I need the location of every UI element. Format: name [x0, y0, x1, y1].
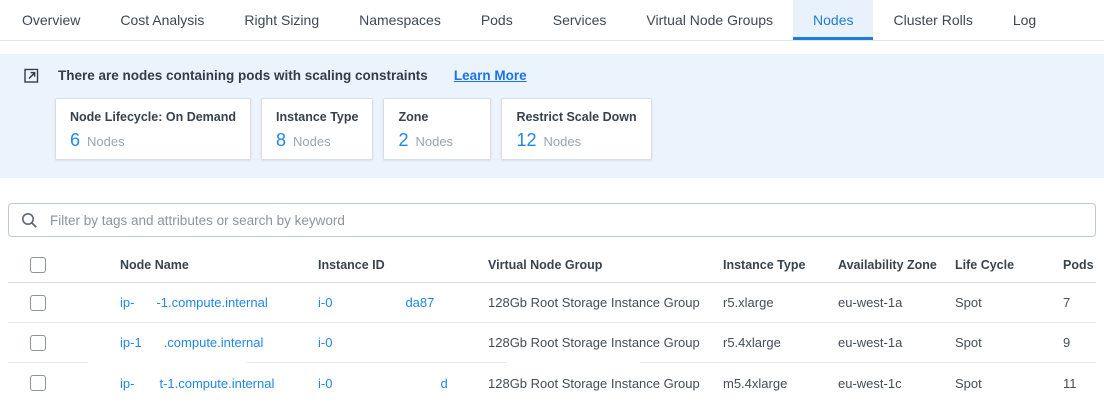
- tab-overview[interactable]: Overview: [2, 0, 100, 40]
- col-pods: Pods: [1063, 258, 1096, 272]
- col-life-cycle: Life Cycle: [955, 258, 1063, 272]
- tab-services[interactable]: Services: [533, 0, 627, 40]
- col-instance-type: Instance Type: [723, 258, 838, 272]
- card-unit: Nodes: [87, 134, 125, 149]
- search-icon: [21, 212, 38, 229]
- card-title: Node Lifecycle: On Demand: [70, 110, 236, 124]
- redaction-patch: [507, 361, 640, 364]
- virtual-node-group-cell: 128Gb Root Storage Instance Group: [488, 335, 723, 350]
- card-title: Zone: [398, 110, 476, 124]
- node-name-prefix: ip-1: [120, 335, 142, 350]
- card-unit: Nodes: [415, 134, 453, 149]
- scale-out-icon: [22, 66, 41, 85]
- life-cycle-cell: Spot: [955, 376, 1063, 391]
- node-name-link[interactable]: ip-1 .compute.internal: [120, 335, 318, 350]
- instance-type-cell: r5.xlarge: [723, 295, 838, 310]
- col-availability-zone: Availability Zone: [838, 258, 955, 272]
- card-count: 2: [398, 130, 408, 151]
- card-zone[interactable]: Zone 2 Nodes: [383, 98, 491, 160]
- card-unit: Nodes: [293, 134, 331, 149]
- pods-cell: 9: [1063, 335, 1096, 350]
- availability-zone-cell: eu-west-1a: [838, 295, 955, 310]
- nodes-table: Node Name Instance ID Virtual Node Group…: [8, 248, 1096, 403]
- node-name-prefix: ip-: [120, 376, 134, 391]
- card-count: 12: [516, 130, 536, 151]
- pods-cell: 7: [1063, 295, 1096, 310]
- node-name-link[interactable]: ip- -1.compute.internal: [120, 295, 318, 310]
- card-count: 6: [70, 130, 80, 151]
- pods-cell: 11: [1063, 376, 1096, 391]
- table-header: Node Name Instance ID Virtual Node Group…: [8, 248, 1096, 283]
- virtual-node-group-cell: 128Gb Root Storage Instance Group: [488, 376, 723, 391]
- instance-id-suffix: da87: [405, 295, 434, 310]
- tab-namespaces[interactable]: Namespaces: [339, 0, 461, 40]
- filter-bar: [8, 203, 1096, 237]
- table-row: ip-1 .compute.internal i-0 128Gb Root Sto…: [8, 323, 1096, 363]
- row-checkbox[interactable]: [30, 295, 46, 311]
- instance-id-link[interactable]: i-0: [318, 335, 488, 350]
- col-virtual-node-group: Virtual Node Group: [488, 258, 723, 272]
- card-node-lifecycle[interactable]: Node Lifecycle: On Demand 6 Nodes: [55, 98, 251, 160]
- instance-type-cell: m5.4xlarge: [723, 376, 838, 391]
- instance-id-suffix: d: [440, 376, 447, 391]
- tab-nodes[interactable]: Nodes: [793, 0, 873, 40]
- instance-id-link[interactable]: i-0 d: [318, 376, 488, 391]
- learn-more-link[interactable]: Learn More: [454, 68, 527, 83]
- tab-log[interactable]: Log: [993, 0, 1056, 40]
- life-cycle-cell: Spot: [955, 335, 1063, 350]
- node-name-suffix: -1.compute.internal: [156, 295, 267, 310]
- select-all-checkbox[interactable]: [30, 257, 46, 273]
- card-restrict-scale-down[interactable]: Restrict Scale Down 12 Nodes: [501, 98, 651, 160]
- instance-id-link[interactable]: i-0 da87: [318, 295, 488, 310]
- tab-cluster-rolls[interactable]: Cluster Rolls: [873, 0, 992, 40]
- instance-type-cell: r5.4xlarge: [723, 335, 838, 350]
- card-title: Instance Type: [276, 110, 358, 124]
- tab-pods[interactable]: Pods: [461, 0, 533, 40]
- instance-id-prefix: i-0: [318, 295, 332, 310]
- table-row: ip- -1.compute.internal i-0 da87 128Gb Roo…: [8, 283, 1096, 323]
- life-cycle-cell: Spot: [955, 295, 1063, 310]
- redaction-patch: [88, 361, 247, 364]
- instance-id-prefix: i-0: [318, 376, 332, 391]
- tab-virtual-node-groups[interactable]: Virtual Node Groups: [626, 0, 793, 40]
- card-instance-type[interactable]: Instance Type 8 Nodes: [261, 98, 373, 160]
- constraint-cards: Node Lifecycle: On Demand 6 Nodes Instan…: [55, 98, 1082, 160]
- instance-id-prefix: i-0: [318, 335, 332, 350]
- table-row: ip-t-1.compute.internal i-0 d 128Gb Root …: [8, 363, 1096, 403]
- node-name-link[interactable]: ip-t-1.compute.internal: [120, 376, 318, 391]
- availability-zone-cell: eu-west-1c: [838, 376, 955, 391]
- availability-zone-cell: eu-west-1a: [838, 335, 955, 350]
- filter-input[interactable]: [48, 212, 1083, 229]
- col-instance-id: Instance ID: [318, 258, 488, 272]
- tab-right-sizing[interactable]: Right Sizing: [224, 0, 339, 40]
- banner-message: There are nodes containing pods with sca…: [58, 68, 428, 83]
- virtual-node-group-cell: 128Gb Root Storage Instance Group: [488, 295, 723, 310]
- node-name-prefix: ip-: [120, 295, 134, 310]
- tab-cost-analysis[interactable]: Cost Analysis: [100, 0, 224, 40]
- node-name-suffix: t-1.compute.internal: [159, 376, 274, 391]
- card-title: Restrict Scale Down: [516, 110, 636, 124]
- card-count: 8: [276, 130, 286, 151]
- card-unit: Nodes: [543, 134, 581, 149]
- scaling-constraints-banner: There are nodes containing pods with sca…: [0, 54, 1104, 178]
- col-node-name: Node Name: [120, 258, 318, 272]
- node-name-suffix: .compute.internal: [164, 335, 264, 350]
- tab-bar: Overview Cost Analysis Right Sizing Name…: [0, 0, 1104, 41]
- row-checkbox[interactable]: [30, 375, 46, 391]
- row-checkbox[interactable]: [30, 335, 46, 351]
